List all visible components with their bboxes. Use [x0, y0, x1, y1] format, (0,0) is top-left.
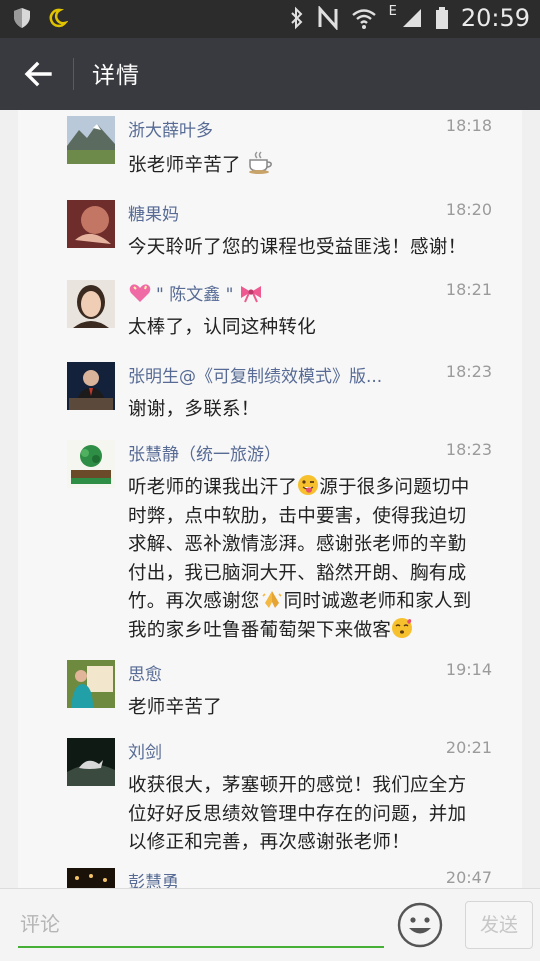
status-bar: E 20:59 [0, 0, 540, 38]
battery-icon [435, 7, 448, 29]
winking-tongue-face-icon [298, 475, 319, 495]
comment-time: 18:23 [445, 440, 492, 459]
comment-time: 18:18 [445, 116, 492, 135]
comment-time: 18:23 [445, 362, 492, 381]
comment-time: 20:47 [445, 868, 492, 887]
commenter-name[interactable]: 刘剑 [128, 738, 162, 763]
page-title: 详情 [92, 63, 140, 89]
avatar[interactable] [67, 280, 115, 328]
comment-item: " 陈文鑫 " 18:21 太棒了，认同这种转化 [18, 278, 522, 358]
avatar[interactable] [67, 738, 115, 786]
comment-item: 彭慧勇 20:47 [18, 866, 522, 888]
comment-text: 张老师辛苦了 [128, 150, 508, 181]
emoji-face-icon[interactable] [396, 901, 444, 949]
comment-item: 糖果妈 18:20 今天聆听了您的课程也受益匪浅！感谢！ [18, 198, 522, 276]
commenter-name[interactable]: 彭慧勇 [128, 868, 179, 888]
kissing-face-icon [392, 617, 413, 638]
sparkling-heart-icon [129, 283, 151, 302]
ribbon-icon [241, 285, 262, 302]
commenter-name[interactable]: 思愈 [128, 660, 162, 685]
network-type-badge: E [388, 3, 397, 19]
coffee-cup-icon [249, 151, 272, 174]
comment-item: 张明生@《可复制绩效模式》版... 18:23 谢谢，多联系！ [18, 360, 522, 440]
comment-time: 20:21 [445, 738, 492, 757]
comment-time: 19:14 [445, 660, 492, 679]
bluetooth-icon [290, 6, 303, 30]
back-arrow-icon[interactable] [22, 58, 54, 90]
comment-list[interactable]: 浙大薛叶多 18:18 张老师辛苦了 糖果妈 18:20 今天聆听了您的课程也受… [18, 110, 522, 888]
avatar[interactable] [67, 660, 115, 708]
avatar[interactable] [67, 200, 115, 248]
commenter-name[interactable]: 糖果妈 [128, 200, 179, 225]
avatar[interactable] [67, 116, 115, 164]
comment-text: 收获很大，茅塞顿开的感觉！我们应全方 位好好反思绩效管理中存在的问题，并加 以修… [128, 775, 467, 853]
commenter-name[interactable]: 张慧静（统一旅游） [128, 440, 281, 465]
praying-hands-icon [262, 591, 282, 608]
nfc-icon [318, 6, 338, 30]
input-underline [18, 946, 384, 948]
send-button[interactable]: 发送 [465, 901, 533, 949]
comment-input[interactable] [18, 903, 388, 945]
avatar[interactable] [67, 362, 115, 410]
comment-text: 谢谢，多联系！ [128, 399, 260, 420]
signal-icon [402, 9, 421, 27]
comment-item: 思愈 19:14 老师辛苦了 [18, 658, 522, 738]
comment-text: 听老师的课我出汗了 源于很多问题切中 时弊，点中软肋，击中要害，使得我迫切 求解、… [128, 474, 508, 645]
comment-text: 太棒了，认同这种转化 [128, 317, 317, 338]
moon-icon [49, 8, 68, 28]
avatar[interactable] [67, 868, 115, 888]
commenter-name[interactable]: 浙大薛叶多 [128, 116, 213, 141]
comment-text: 老师辛苦了 [128, 697, 223, 718]
shield-icon [14, 8, 30, 28]
comment-item: 浙大薛叶多 18:18 张老师辛苦了 [18, 114, 522, 194]
commenter-name[interactable]: " 陈文鑫 " [128, 280, 263, 305]
action-bar: 详情 [0, 38, 540, 110]
header-divider [73, 58, 74, 90]
clock: 20:59 [460, 4, 530, 32]
avatar[interactable] [67, 440, 115, 488]
comment-item: 张慧静（统一旅游） 18:23 听老师的课我出汗了 源于很多问题切中 时弊，点中软… [18, 438, 522, 660]
comment-item: 刘剑 20:21 收获很大，茅塞顿开的感觉！我们应全方 位好好反思绩效管理中存在… [18, 736, 522, 864]
comment-time: 18:20 [445, 200, 492, 219]
comment-input-bar: 发送 [0, 888, 540, 961]
commenter-name[interactable]: 张明生@《可复制绩效模式》版... [128, 362, 382, 387]
comment-text: 今天聆听了您的课程也受益匪浅！感谢！ [128, 237, 467, 258]
wifi-icon [351, 9, 376, 29]
comment-time: 18:21 [445, 280, 492, 299]
